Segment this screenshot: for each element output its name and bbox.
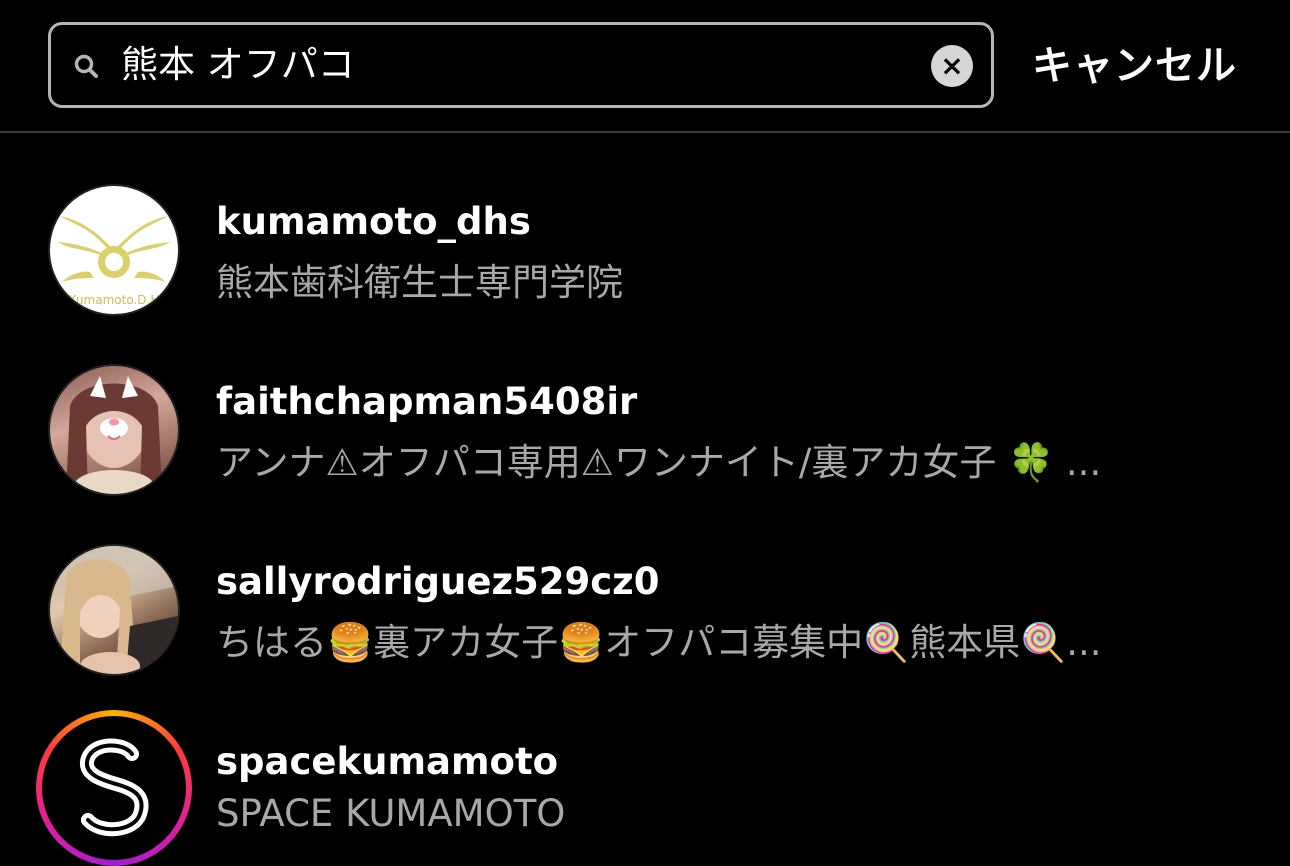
profile-photo [50,546,178,674]
search-result-row[interactable]: sallyrodriguez529cz0 ちはる🍔裏アカ女子🍔オフパコ募集中🍭熊… [0,538,1290,688]
story-ring[interactable] [36,710,192,866]
close-icon: × [940,49,964,82]
result-username: kumamoto_dhs [216,200,531,243]
search-header: 熊本 オフパコ × キャンセル [0,0,1290,133]
result-subtitle: 熊本歯科衛生士専門学院 [216,261,623,304]
space-kumamoto-logo [80,738,149,837]
result-subtitle: アンナ⚠オフパコ専用⚠ワンナイト/裏アカ女子 🍀 ... [216,441,1102,484]
avatar[interactable] [48,544,180,676]
search-icon [74,54,98,78]
cancel-button[interactable]: キャンセル [1032,36,1237,96]
search-input[interactable]: 熊本 オフパコ [121,37,355,93]
avatar [54,728,174,848]
search-result-row[interactable]: Kumamoto.D.H kumamoto_dhs 熊本歯科衛生士専門学院 [0,178,1290,328]
search-result-row[interactable]: faithchapman5408ir アンナ⚠オフパコ専用⚠ワンナイト/裏アカ女… [0,358,1290,508]
kumamoto-dhs-logo: Kumamoto.D.H [58,216,170,307]
avatar[interactable] [48,364,180,496]
search-result-row[interactable]: spacekumamoto SPACE KUMAMOTO [0,710,1290,866]
result-username: spacekumamoto [216,740,559,783]
profile-photo [66,376,162,494]
clear-search-button[interactable]: × [931,45,973,87]
avatar-logo-text: Kumamoto.D.H [69,293,160,307]
result-username: sallyrodriguez529cz0 [216,560,660,603]
search-bar[interactable]: 熊本 オフパコ × [48,22,994,108]
avatar[interactable]: Kumamoto.D.H [48,184,180,316]
result-subtitle: ちはる🍔裏アカ女子🍔オフパコ募集中🍭熊本県🍭... [216,621,1102,664]
result-subtitle: SPACE KUMAMOTO [216,792,566,835]
result-username: faithchapman5408ir [216,380,638,423]
